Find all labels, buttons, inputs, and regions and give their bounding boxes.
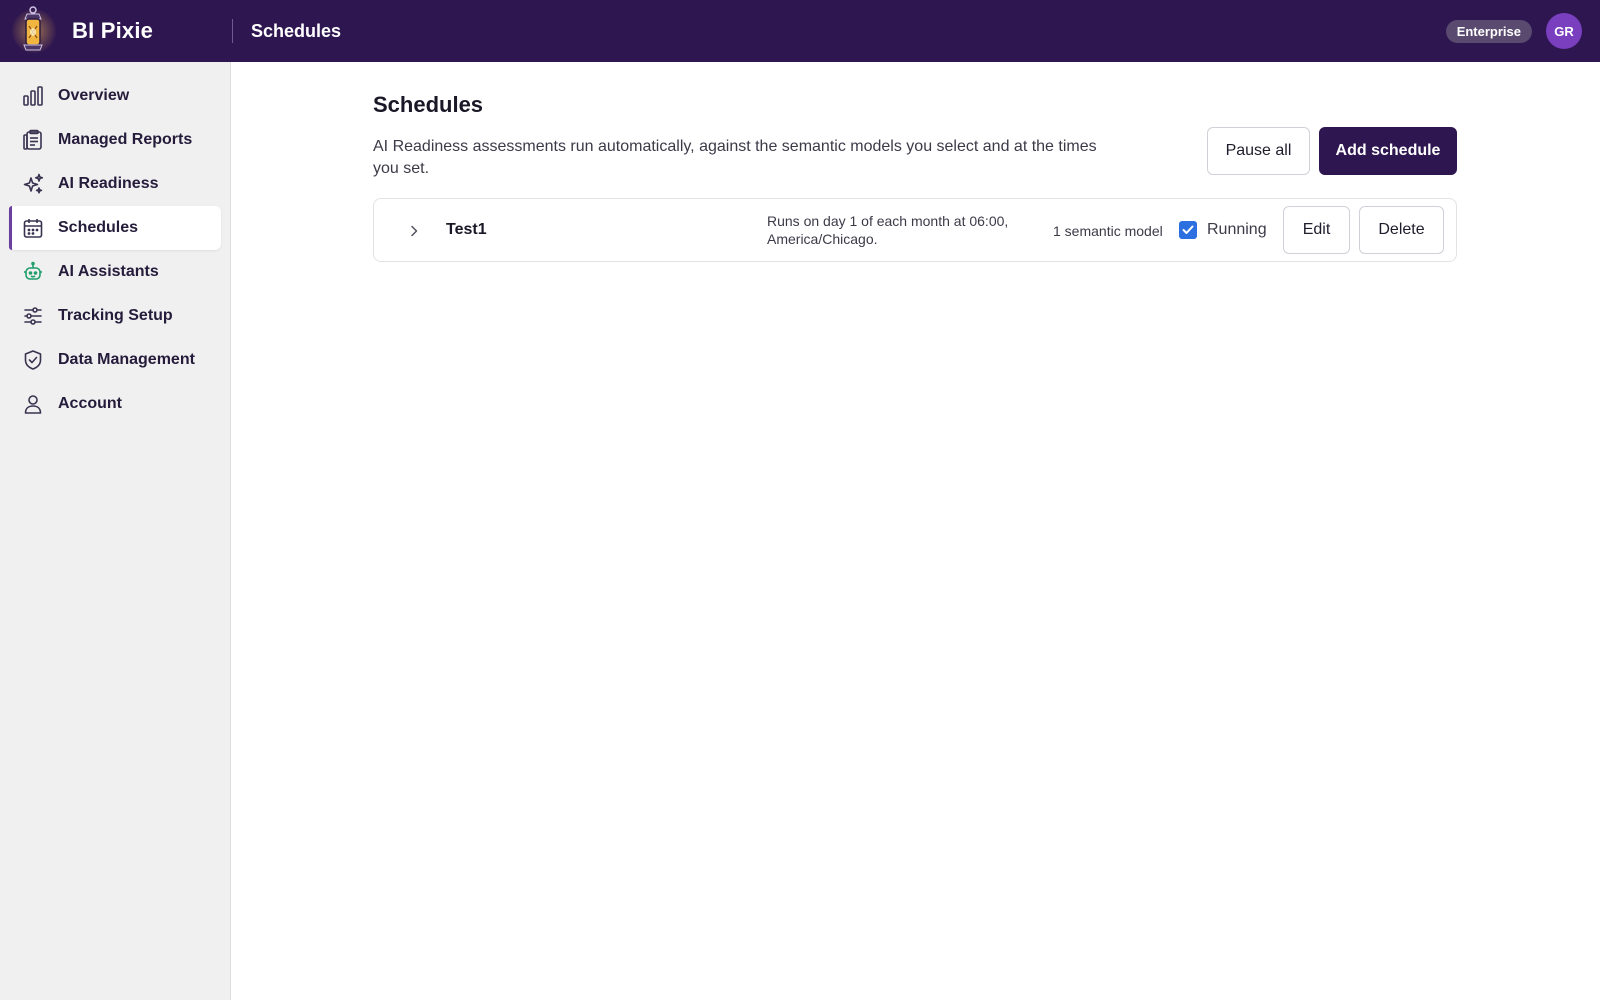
robot-icon bbox=[22, 261, 44, 283]
delete-button[interactable]: Delete bbox=[1359, 206, 1444, 254]
sidebar-item-ai-readiness[interactable]: AI Readiness bbox=[9, 162, 221, 206]
bar-chart-icon bbox=[22, 85, 44, 107]
clipboard-icon bbox=[22, 129, 44, 151]
sidebar-item-label: Account bbox=[58, 395, 122, 412]
lantern-logo-icon bbox=[10, 3, 56, 59]
brand[interactable]: BI Pixie bbox=[0, 0, 230, 62]
header-divider bbox=[232, 19, 233, 43]
schedule-description: Runs on day 1 of each month at 06:00, Am… bbox=[767, 213, 1009, 247]
user-avatar[interactable]: GR bbox=[1546, 13, 1582, 49]
main-content: Schedules AI Readiness assessments run a… bbox=[231, 62, 1600, 1000]
sliders-icon bbox=[22, 305, 44, 327]
sidebar-item-label: Overview bbox=[58, 87, 130, 104]
add-schedule-button[interactable]: Add schedule bbox=[1319, 127, 1457, 175]
app-name: BI Pixie bbox=[72, 18, 154, 43]
sidebar-item-overview[interactable]: Overview bbox=[9, 74, 221, 118]
pause-all-button[interactable]: Pause all bbox=[1207, 127, 1310, 175]
top-header: BI Pixie Schedules Enterprise GR bbox=[0, 0, 1600, 62]
sparkles-icon bbox=[22, 173, 44, 195]
sidebar-item-data-management[interactable]: Data Management bbox=[9, 338, 221, 382]
sidebar-item-label: Tracking Setup bbox=[58, 307, 173, 324]
sidebar-item-label: AI Readiness bbox=[58, 175, 159, 192]
shield-check-icon bbox=[22, 349, 44, 371]
sidebar-item-ai-assistants[interactable]: AI Assistants bbox=[9, 250, 221, 294]
user-icon bbox=[22, 393, 44, 415]
sidebar-item-tracking-setup[interactable]: Tracking Setup bbox=[9, 294, 221, 338]
sidebar-item-label: Schedules bbox=[58, 219, 139, 236]
page-description: AI Readiness assessments run automatical… bbox=[373, 138, 1097, 177]
sidebar-item-label: AI Assistants bbox=[58, 263, 159, 280]
sidebar-item-managed-reports[interactable]: Managed Reports bbox=[9, 118, 221, 162]
sidebar: Overview Managed Reports AI Readiness Sc… bbox=[0, 62, 231, 1000]
sidebar-item-label: Data Management bbox=[58, 351, 195, 368]
plan-badge: Enterprise bbox=[1445, 19, 1532, 43]
sidebar-item-schedules[interactable]: Schedules bbox=[9, 206, 221, 250]
running-toggle[interactable]: Running bbox=[1179, 217, 1267, 243]
schedule-name: Test1 bbox=[446, 221, 487, 238]
schedule-models-count: 1 semantic model bbox=[1053, 223, 1163, 239]
running-label: Running bbox=[1207, 221, 1267, 238]
running-checkbox[interactable] bbox=[1179, 221, 1197, 239]
calendar-icon bbox=[22, 217, 44, 239]
page-title: Schedules bbox=[373, 92, 484, 117]
edit-button[interactable]: Edit bbox=[1283, 206, 1350, 254]
chevron-right-icon[interactable] bbox=[404, 221, 424, 241]
header-page-title: Schedules bbox=[251, 20, 342, 41]
sidebar-item-account[interactable]: Account bbox=[9, 382, 221, 426]
sidebar-item-label: Managed Reports bbox=[58, 131, 193, 148]
schedule-row: Test1 Runs on day 1 of each month at 06:… bbox=[373, 198, 1457, 262]
